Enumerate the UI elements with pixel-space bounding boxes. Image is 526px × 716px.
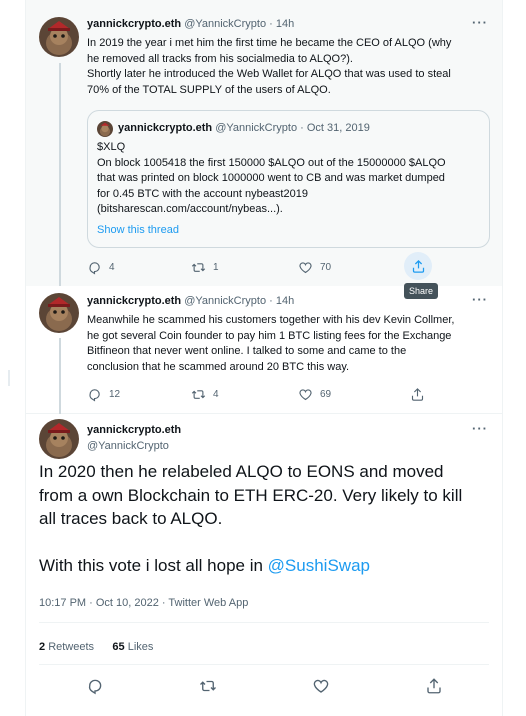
tweet-text-line: he removed all tracks from his socialmed…	[87, 52, 353, 65]
likes-stat[interactable]: 65 Likes	[112, 641, 153, 653]
divider	[39, 664, 489, 665]
display-name[interactable]: yannickcrypto.eth	[87, 295, 181, 307]
retweet-count: 4	[213, 388, 219, 400]
quoted-text-line: On block 1005418 the first 150000 $ALQO …	[97, 156, 446, 169]
display-name[interactable]: yannickcrypto.eth	[87, 18, 181, 30]
divider	[39, 622, 489, 623]
handle[interactable]: @YannickCrypto	[184, 295, 266, 307]
reply-icon	[88, 679, 102, 695]
main-tweet-actions	[39, 677, 489, 695]
tweet-text-line: 70% of the TOTAL SUPPLY of the users of …	[87, 83, 331, 96]
retweet-icon	[191, 389, 206, 399]
like-icon	[299, 261, 312, 273]
more-icon[interactable]: ···	[472, 421, 488, 436]
tweet-2[interactable]: yannickcrypto.eth @YannickCrypto · 14h ·…	[26, 286, 502, 414]
reply-icon	[89, 261, 100, 274]
retweet-icon	[191, 262, 206, 272]
like-count: 69	[320, 388, 332, 400]
likes-count: 65	[112, 641, 125, 653]
retweets-label: Retweets	[48, 641, 95, 653]
tweet-text: Meanwhile he scammed his customers toget…	[87, 313, 499, 375]
avatar[interactable]	[39, 17, 79, 57]
quoted-text-line: that was printed on block 1000000 went t…	[97, 172, 445, 184]
like-button[interactable]: 70	[298, 258, 331, 276]
quoted-handle: @YannickCrypto	[215, 122, 298, 134]
thread-line	[59, 338, 61, 414]
quoted-text-line: for 0.45 BTC with the account nybeast201…	[97, 187, 308, 200]
timeline-column: yannickcrypto.eth @YannickCrypto · 14h ·…	[25, 0, 503, 716]
tweet-text-line: Bitfineon that never went online. I talk…	[87, 345, 407, 357]
main-text-line: In 2020 then he relabeled ALQO to EONS a…	[39, 462, 444, 481]
main-text-prefix: With this vote i lost all hope in	[39, 556, 268, 575]
tweet-text-line: In 2019 the year i met him the first tim…	[87, 37, 452, 49]
quoted-timestamp: · Oct 31, 2019	[300, 122, 370, 134]
handle[interactable]: @YannickCrypto	[184, 18, 266, 30]
quoted-header: yannickcrypto.eth @YannickCrypto · Oct 3…	[118, 122, 370, 134]
main-text-line: all traces back to ALQO.	[39, 509, 223, 528]
likes-label: Likes	[127, 641, 154, 653]
retweet-button[interactable]: 4	[191, 385, 219, 403]
quoted-text-line: (bitsharescan.com/account/nybeas...).	[97, 203, 283, 215]
tweet-actions: 12 4 69	[87, 385, 447, 403]
tweet-metadata[interactable]: 10:17 PM · Oct 10, 2022 · Twitter Web Ap…	[39, 597, 248, 609]
tweet-text-line: conclusion that he scammed around 20 BTC…	[87, 360, 350, 373]
avatar[interactable]	[39, 419, 79, 459]
share-button[interactable]	[410, 385, 432, 403]
retweet-button[interactable]	[199, 677, 217, 700]
tweet-1[interactable]: yannickcrypto.eth @YannickCrypto · 14h ·…	[26, 0, 502, 299]
main-handle[interactable]: @YannickCrypto	[87, 440, 169, 452]
timestamp[interactable]: · 14h	[269, 295, 294, 307]
tweet-text-line: he got several Coin founder to pay him 1…	[87, 329, 452, 342]
main-text-line: With this vote i lost all hope in @Sushi…	[39, 554, 489, 578]
show-thread-link[interactable]: Show this thread	[97, 224, 179, 236]
retweet-icon	[200, 680, 216, 692]
retweets-count: 2	[39, 641, 46, 653]
quoted-tweet[interactable]: yannickcrypto.eth @YannickCrypto · Oct 3…	[87, 110, 490, 248]
share-button[interactable]	[404, 252, 432, 280]
tweet-header: yannickcrypto.eth @YannickCrypto · 14h	[87, 18, 294, 30]
timestamp[interactable]: · 14h	[269, 18, 294, 30]
reply-count: 4	[109, 261, 115, 273]
main-tweet: yannickcrypto.eth @YannickCrypto ··· In …	[26, 414, 502, 716]
tweet-actions: 4 1 70	[87, 258, 447, 276]
like-icon	[313, 679, 329, 693]
reply-count: 12	[109, 388, 121, 400]
share-icon	[411, 387, 424, 401]
like-button[interactable]: 69	[298, 385, 331, 403]
like-icon	[299, 388, 312, 400]
share-button[interactable]	[425, 677, 443, 700]
mention-link[interactable]: @SushiSwap	[268, 556, 370, 575]
tweet-text-line: Meanwhile he scammed his customers toget…	[87, 314, 455, 326]
reply-button[interactable]: 12	[87, 385, 120, 403]
quoted-display-name: yannickcrypto.eth	[118, 122, 213, 134]
quoted-text-line: $XLQ	[97, 141, 126, 153]
retweet-count: 1	[213, 261, 219, 273]
engagement-stats: 2 Retweets 65 Likes	[39, 641, 153, 653]
retweet-button[interactable]: 1	[191, 258, 219, 276]
tweet-text: In 2019 the year i met him the first tim…	[87, 36, 497, 98]
reply-button[interactable]	[86, 677, 104, 700]
main-display-name[interactable]: yannickcrypto.eth	[87, 424, 181, 436]
tweet-header: yannickcrypto.eth @YannickCrypto · 14h	[87, 295, 294, 307]
avatar[interactable]	[39, 293, 79, 333]
more-icon[interactable]: ···	[472, 15, 488, 30]
like-button[interactable]	[312, 677, 330, 700]
quoted-avatar	[97, 121, 113, 137]
quoted-text: $XLQ On block 1005418 the first 150000 $…	[97, 140, 482, 218]
reply-icon	[89, 388, 100, 401]
more-icon[interactable]: ···	[472, 292, 488, 307]
share-icon	[412, 259, 424, 273]
main-tweet-text: In 2020 then he relabeled ALQO to EONS a…	[39, 460, 489, 578]
share-icon	[427, 678, 441, 694]
retweets-stat[interactable]: 2 Retweets	[39, 641, 94, 653]
tweet-text-line: Shortly later he introduced the Web Wall…	[87, 68, 451, 80]
thread-line	[59, 63, 61, 286]
like-count: 70	[320, 261, 332, 273]
main-text-line: from a own Blockchain to ETH ERC-20. Ver…	[39, 485, 463, 505]
side-divider	[8, 370, 10, 386]
reply-button[interactable]: 4	[87, 258, 115, 276]
